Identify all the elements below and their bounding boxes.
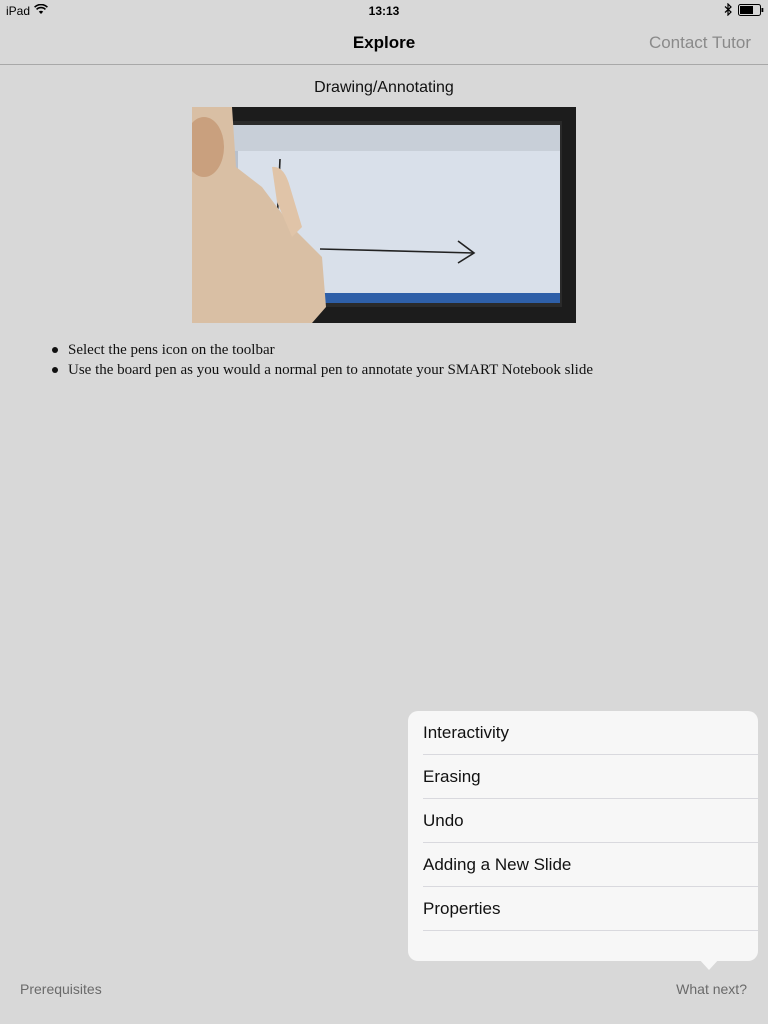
video-frame [192, 107, 576, 323]
battery-icon [738, 3, 764, 19]
menu-item-properties[interactable]: Properties [423, 887, 758, 931]
navigation-bar: Explore Contact Tutor [0, 20, 768, 65]
prerequisites-button[interactable]: Prerequisites [20, 981, 102, 997]
menu-item-undo[interactable]: Undo [423, 799, 758, 843]
status-time: 13:13 [368, 4, 400, 18]
lesson-video[interactable] [192, 107, 576, 323]
instruction-item: Select the pens icon on the toolbar [50, 340, 593, 360]
status-right [724, 2, 764, 19]
what-next-popover: Interactivity Erasing Undo Adding a New … [408, 711, 758, 961]
menu-item-interactivity[interactable]: Interactivity [423, 711, 758, 755]
status-bar: iPad 13:13 [0, 0, 768, 20]
contact-tutor-button[interactable]: Contact Tutor [649, 33, 751, 53]
what-next-button[interactable]: What next? [676, 981, 747, 997]
instruction-item: Use the board pen as you would a normal … [50, 360, 593, 380]
bluetooth-icon [724, 2, 732, 19]
popover-arrow [698, 958, 720, 970]
menu-item-adding-new-slide[interactable]: Adding a New Slide [423, 843, 758, 887]
lesson-title: Drawing/Annotating [314, 79, 454, 96]
menu-item-erasing[interactable]: Erasing [423, 755, 758, 799]
instruction-list: Select the pens icon on the toolbar Use … [50, 340, 593, 380]
